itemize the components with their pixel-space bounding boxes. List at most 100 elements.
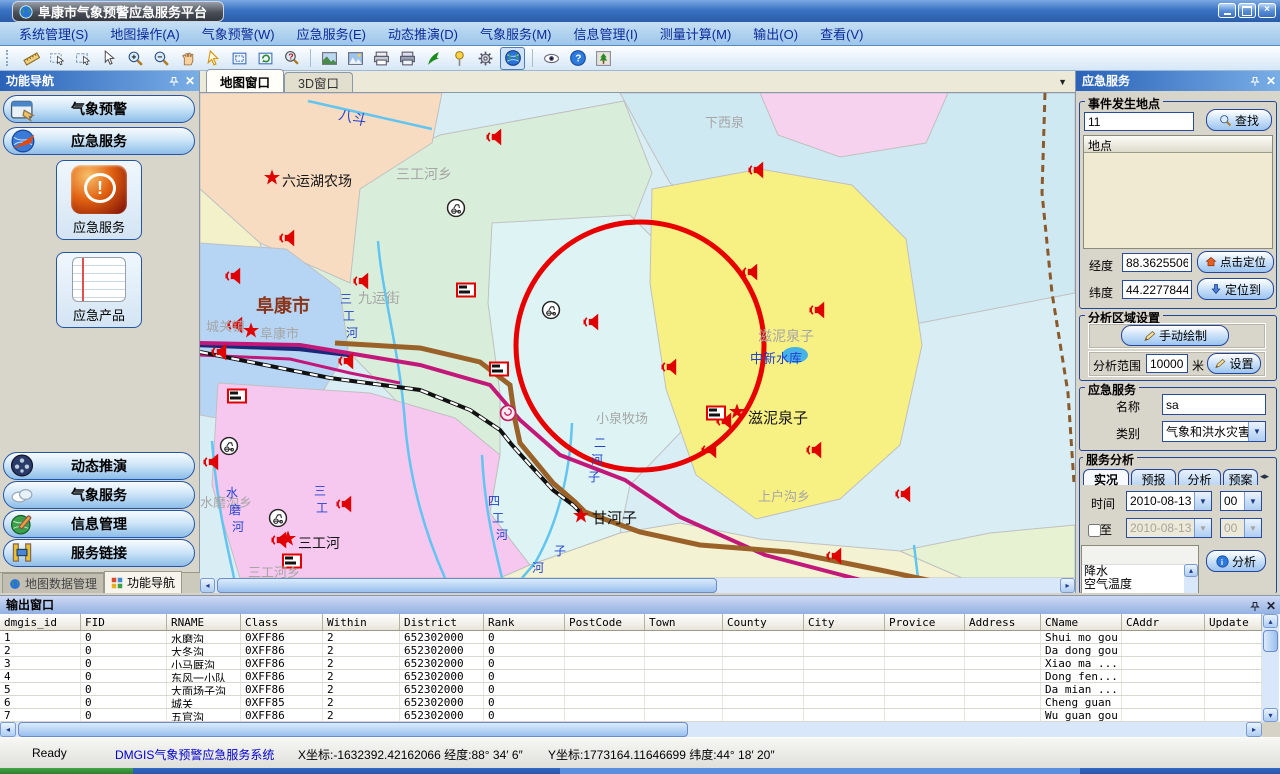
column-header-Town[interactable]: Town xyxy=(645,614,723,630)
scroll-left-icon[interactable]: ◂ xyxy=(0,722,16,737)
export-scene-icon[interactable] xyxy=(592,48,615,69)
scroll-left-icon[interactable]: ◂ xyxy=(200,578,215,593)
pan-hand-icon[interactable] xyxy=(176,48,199,69)
tab-3d-window[interactable]: 3D窗口 xyxy=(284,72,353,92)
tab-live[interactable]: 实况 xyxy=(1083,469,1129,485)
zoom-in-icon[interactable] xyxy=(124,48,147,69)
scroll-right-icon[interactable]: ▸ xyxy=(1246,722,1262,737)
menu-item-1[interactable]: 系统管理(S) xyxy=(8,24,99,43)
pointer-arrow-icon[interactable] xyxy=(202,48,225,69)
column-header-City[interactable]: City xyxy=(804,614,885,630)
service-name-input[interactable] xyxy=(1162,394,1266,415)
close-icon[interactable]: ✕ xyxy=(1266,75,1276,87)
chevron-down-icon[interactable]: ▼ xyxy=(1194,492,1211,510)
tab-plan[interactable]: 预案 xyxy=(1223,469,1258,485)
table-row[interactable]: 70五官沟0XFF8626523020000Wu guan gou xyxy=(0,709,1262,722)
column-header-Address[interactable]: Address xyxy=(965,614,1041,630)
output-vscroll-thumb[interactable] xyxy=(1263,630,1278,652)
chevron-down-icon[interactable]: ▼ xyxy=(1244,492,1261,510)
output-hscroll-thumb[interactable] xyxy=(18,722,688,737)
pin-icon[interactable] xyxy=(1250,601,1260,612)
full-extent-icon[interactable] xyxy=(228,48,251,69)
list-item[interactable]: 空气温度 xyxy=(1084,578,1198,591)
menu-item-10[interactable]: 查看(V) xyxy=(809,24,874,43)
output-vscrollbar[interactable]: ▴ ▾ xyxy=(1262,614,1279,722)
manual-draw-button[interactable]: 手动绘制 xyxy=(1121,325,1229,346)
menu-item-8[interactable]: 测量计算(M) xyxy=(649,24,743,43)
locate-to-button[interactable]: 定位到 xyxy=(1197,278,1274,300)
scroll-right-icon[interactable]: ▸ xyxy=(1060,578,1075,593)
table-row[interactable]: 10水磨沟0XFF8626523020000Shui mo gou xyxy=(0,631,1262,644)
scroll-up-icon[interactable]: ▴ xyxy=(1263,614,1278,628)
place-pin-icon[interactable] xyxy=(448,48,471,69)
column-header-CAddr[interactable]: CAddr xyxy=(1122,614,1205,630)
map-image-icon[interactable] xyxy=(318,48,341,69)
column-header-County[interactable]: County xyxy=(723,614,804,630)
toolbar-grip[interactable] xyxy=(6,50,11,66)
table-row[interactable]: 40东风一小队0XFF8626523020000Dong fen... xyxy=(0,670,1262,683)
pin-icon[interactable] xyxy=(169,76,179,87)
map-hscrollbar[interactable]: ◂ ▸ xyxy=(200,578,1075,593)
tab-dropdown-icon[interactable]: ▼ xyxy=(1058,77,1067,87)
column-header-Update[interactable]: Update xyxy=(1205,614,1262,630)
sidebar-item-emergency-service[interactable]: 应急服务 xyxy=(3,127,195,155)
locate-arrow-icon[interactable] xyxy=(422,48,445,69)
tab-map-window[interactable]: 地图窗口 xyxy=(206,69,284,92)
to-hour-select[interactable]: 00▼ xyxy=(1220,518,1262,538)
analyze-button[interactable]: i 分析 xyxy=(1206,550,1266,572)
latitude-input[interactable] xyxy=(1122,280,1192,299)
sidebar-item-service-link[interactable]: 服务链接 xyxy=(3,539,195,567)
column-header-FID[interactable]: FID xyxy=(81,614,167,630)
visibility-eye-icon[interactable] xyxy=(540,48,563,69)
tool-emergency-product-button[interactable]: 应急产品 xyxy=(56,252,142,328)
close-icon[interactable]: ✕ xyxy=(1266,600,1276,612)
column-header-RNAME[interactable]: RNAME xyxy=(167,614,241,630)
tool-emergency-service-button[interactable]: ! 应急服务 xyxy=(56,160,142,240)
output-hscrollbar[interactable]: ◂ ▸ xyxy=(0,722,1262,738)
pin-icon[interactable] xyxy=(1250,76,1260,87)
tab-scroll-icons[interactable]: ◂▸ xyxy=(1260,471,1269,482)
tab-function-nav[interactable]: 功能导航 xyxy=(104,571,182,593)
map-hscroll-thumb[interactable] xyxy=(217,578,717,593)
location-list-header[interactable]: 地点 xyxy=(1084,136,1272,153)
date-select[interactable]: 2010-08-13▼ xyxy=(1126,491,1212,511)
menu-item-7[interactable]: 信息管理(I) xyxy=(563,24,649,43)
column-header-Class[interactable]: Class xyxy=(241,614,323,630)
event-location-input[interactable] xyxy=(1084,112,1194,131)
menu-item-3[interactable]: 气象预警(W) xyxy=(191,24,286,43)
menu-item-6[interactable]: 气象服务(M) xyxy=(469,24,563,43)
sidebar-item-weather-warning[interactable]: 气象预警 xyxy=(3,95,195,123)
tab-analysis[interactable]: 分析 xyxy=(1178,469,1221,485)
sidebar-item-info-management[interactable]: 信息管理 xyxy=(3,510,195,538)
service-type-select[interactable]: 气象和洪水灾害▼ xyxy=(1162,421,1266,442)
click-locate-button[interactable]: 点击定位 xyxy=(1197,251,1274,273)
table-row[interactable]: 50大面场子沟0XFF8626523020000Da mian ... xyxy=(0,683,1262,696)
column-header-PostCode[interactable]: PostCode xyxy=(565,614,645,630)
print-preview-icon[interactable] xyxy=(396,48,419,69)
menu-item-4[interactable]: 应急服务(E) xyxy=(286,24,377,43)
measure-ruler-icon[interactable] xyxy=(20,48,43,69)
sidebar-item-weather-service[interactable]: 气象服务 xyxy=(3,481,195,509)
refresh-view-icon[interactable] xyxy=(254,48,277,69)
menu-item-5[interactable]: 动态推演(D) xyxy=(377,24,469,43)
menu-item-2[interactable]: 地图操作(A) xyxy=(99,24,190,43)
location-list[interactable]: 地点 xyxy=(1083,135,1273,249)
close-icon[interactable]: ✕ xyxy=(185,75,195,87)
maximize-button[interactable] xyxy=(1238,3,1256,18)
column-header-Rank[interactable]: Rank xyxy=(484,614,565,630)
tab-map-data-management[interactable]: 地图数据管理 xyxy=(2,573,104,593)
help-icon[interactable]: ? xyxy=(566,48,589,69)
select-pointer-icon[interactable] xyxy=(98,48,121,69)
zoom-out-icon[interactable] xyxy=(150,48,173,69)
minimize-button[interactable] xyxy=(1218,3,1236,18)
table-row[interactable]: 20大冬沟0XFF8626523020000Da dong gou xyxy=(0,644,1262,657)
scroll-down-icon[interactable]: ▾ xyxy=(1263,708,1278,722)
hour-select[interactable]: 00▼ xyxy=(1220,491,1262,511)
print-icon[interactable] xyxy=(370,48,393,69)
to-date-select[interactable]: 2010-08-13▼ xyxy=(1126,518,1212,538)
select-rectangle-icon[interactable] xyxy=(72,48,95,69)
element-listbox[interactable]: 降水空气温度 ▴ xyxy=(1081,545,1199,593)
menu-item-9[interactable]: 输出(O) xyxy=(742,24,809,43)
column-header-CName[interactable]: CName xyxy=(1041,614,1122,630)
settings-gear-icon[interactable] xyxy=(474,48,497,69)
